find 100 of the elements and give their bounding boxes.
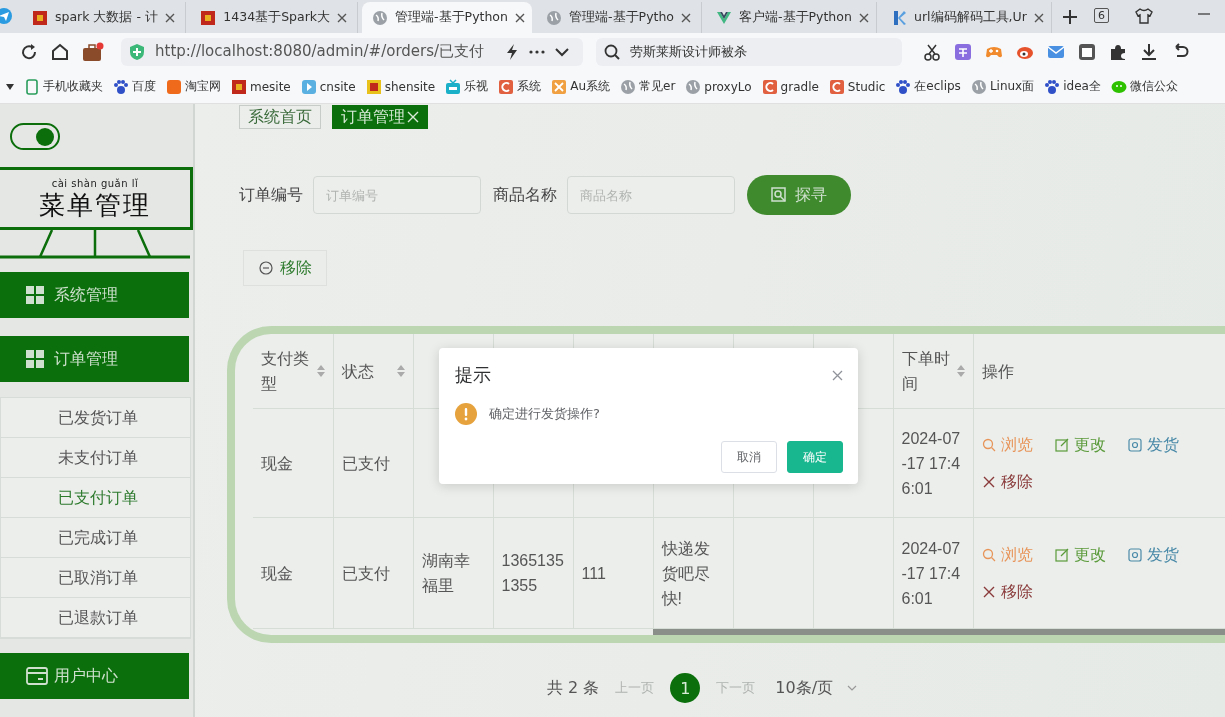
column-header[interactable]: 状态	[341, 358, 393, 384]
globe-icon	[546, 9, 563, 26]
table-cell: 已支付	[341, 564, 390, 582]
tab-count[interactable]: 6	[1094, 8, 1109, 23]
bookmark[interactable]: 手机收藏夹	[24, 78, 103, 95]
square-logo-icon	[32, 9, 48, 26]
home-icon[interactable]	[51, 42, 69, 61]
total-count: 共 2 条	[546, 677, 600, 699]
close-icon[interactable]	[1033, 12, 1044, 23]
bookmark[interactable]: 微信公众	[1110, 78, 1178, 95]
column-header[interactable]: 操作	[981, 358, 1034, 384]
bookmark[interactable]: shensite	[365, 78, 436, 95]
column-header[interactable]: 支付类型	[261, 346, 313, 396]
page-tab[interactable]: 订单管理	[332, 105, 428, 129]
edit-icon	[1054, 437, 1069, 452]
c-icon	[761, 78, 778, 95]
address-bar[interactable]: http://localhost:8080/admin/#/orders/已支付	[121, 37, 583, 66]
bookmark[interactable]: 在eclips	[895, 78, 961, 95]
table-cell: 111	[581, 564, 606, 582]
c-icon	[828, 78, 845, 95]
more-icon[interactable]	[529, 49, 545, 54]
target-icon	[1127, 437, 1142, 452]
warning-icon	[455, 403, 477, 425]
bookmark[interactable]: 百度	[113, 78, 156, 95]
paw-icon	[113, 78, 129, 95]
chevron-down-icon[interactable]	[555, 46, 569, 57]
briefcase-icon[interactable]	[82, 41, 104, 62]
scissors-icon[interactable]	[923, 42, 941, 61]
bookmark[interactable]: Studic	[828, 78, 886, 95]
cancel-button[interactable]: 取消	[721, 441, 777, 473]
bookmark[interactable]: mesite	[231, 78, 291, 95]
submenu-item[interactable]: 已发货订单	[1, 398, 190, 439]
submenu-item[interactable]: 已完成订单	[1, 518, 190, 559]
table-cell: 现金	[261, 454, 293, 472]
close-icon[interactable]	[858, 12, 869, 23]
reload-icon[interactable]	[20, 42, 38, 61]
bookmark[interactable]: gradle	[761, 78, 819, 95]
bookmark[interactable]: proxyLo	[685, 78, 752, 95]
target-icon	[1127, 547, 1142, 562]
box-icon[interactable]	[1078, 42, 1096, 61]
input-field[interactable]: 商品名称	[567, 176, 735, 214]
remove-link[interactable]: 移除	[981, 579, 1033, 604]
k-logo-icon	[891, 9, 907, 26]
close-icon[interactable]	[165, 12, 176, 23]
translate-icon[interactable]	[954, 42, 972, 61]
search-field[interactable]: 劳斯莱斯设计师被杀	[596, 37, 902, 66]
new-tab-icon[interactable]	[1062, 9, 1078, 25]
globe-icon	[620, 78, 636, 95]
submenu-item[interactable]: 已退款订单	[1, 598, 190, 639]
close-icon[interactable]	[832, 369, 843, 381]
bookmark[interactable]: 淘宝网	[166, 78, 221, 95]
square-logo-icon	[365, 78, 382, 95]
remove-link[interactable]: 移除	[981, 469, 1033, 494]
logo-title: 菜单管理	[39, 189, 151, 220]
submenu-item[interactable]: 已取消订单	[1, 558, 190, 599]
puzzle-icon[interactable]	[1109, 42, 1127, 61]
close-icon	[981, 474, 996, 489]
dialog-title: 提示	[455, 363, 491, 387]
square-logo-icon	[166, 78, 182, 95]
bookmark[interactable]: 常见er	[620, 78, 676, 95]
table-cell: 2024-07-17 17:46:01	[901, 539, 961, 607]
close-icon[interactable]	[337, 12, 348, 23]
card-icon	[26, 667, 48, 686]
menu-item[interactable]: 用户中心	[0, 653, 189, 699]
bookmark[interactable]: 系统	[498, 78, 542, 95]
v-logo-icon	[716, 9, 732, 26]
page-size-select[interactable]: 10条/页	[775, 677, 858, 699]
submenu-item[interactable]: 未支付订单	[1, 438, 190, 479]
submenu-item[interactable]: 已支付订单	[1, 478, 190, 519]
close-icon[interactable]	[514, 12, 525, 23]
menu-item[interactable]: 订单管理	[0, 336, 189, 383]
table-cell: 2024-07-17 17:46:01	[901, 429, 961, 497]
column-header[interactable]: 下单时间	[901, 346, 953, 396]
toggle-switch[interactable]	[10, 123, 60, 150]
browser-tab[interactable]: 管理端-基于Python	[362, 2, 533, 33]
view-icon	[981, 547, 996, 562]
caret-icon	[847, 685, 858, 691]
page-tab[interactable]: 系统首页	[239, 105, 321, 129]
url-text: http://localhost:8080/admin/#/orders/已支付	[155, 42, 485, 61]
bookmark[interactable]: Au系统	[551, 78, 610, 95]
field-label: 订单编号	[239, 184, 303, 206]
download-icon[interactable]	[1140, 42, 1158, 61]
globe-icon	[685, 78, 702, 95]
remove-button[interactable]: 移除	[243, 250, 327, 286]
bookmark[interactable]: Linux面	[970, 78, 1035, 95]
caret-icon[interactable]	[6, 83, 14, 90]
bookmark[interactable]: idea全	[1044, 78, 1101, 95]
table-cell: 快递发货吧尽快!	[661, 539, 710, 607]
search-text: 劳斯莱斯设计师被杀	[630, 42, 747, 61]
menu-item[interactable]: 系统管理	[0, 272, 189, 319]
square-logo-icon	[231, 78, 247, 95]
input-field[interactable]: 订单编号	[313, 176, 481, 214]
au-icon	[551, 78, 568, 95]
play-icon	[300, 78, 317, 95]
page-number[interactable]: 1	[670, 673, 701, 703]
globe-icon	[372, 9, 389, 26]
shirt-icon[interactable]	[1135, 8, 1153, 24]
bookmark[interactable]: cnsite	[300, 78, 356, 95]
bookmark[interactable]: 乐视	[445, 78, 489, 95]
close-icon[interactable]	[681, 12, 691, 23]
